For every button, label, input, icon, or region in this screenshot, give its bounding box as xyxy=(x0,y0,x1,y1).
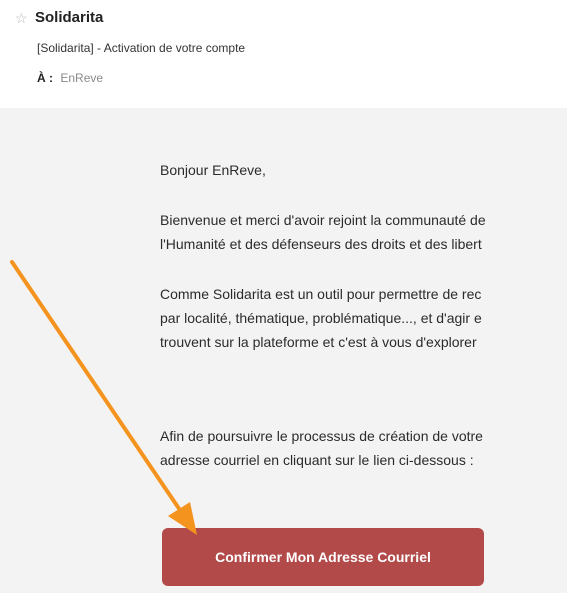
greeting: Bonjour EnReve, xyxy=(160,162,266,178)
confirm-email-button[interactable]: Confirmer Mon Adresse Courriel xyxy=(162,528,484,586)
paragraph-line: Bienvenue et merci d'avoir rejoint la co… xyxy=(160,212,486,228)
paragraph-line: trouvent sur la plateforme et c'est à vo… xyxy=(160,334,477,350)
paragraph-line: Afin de poursuivre le processus de créat… xyxy=(160,428,483,444)
star-icon[interactable]: ☆ xyxy=(15,9,28,27)
email-view: ☆ Solidarita [Solidarita] - Activation d… xyxy=(0,0,567,593)
email-subject: [Solidarita] - Activation de votre compt… xyxy=(37,41,246,55)
recipient-label: À : xyxy=(37,71,53,85)
description-paragraph: Comme Solidarita est un outil pour perme… xyxy=(160,282,567,354)
recipient-name: EnReve xyxy=(60,71,104,85)
paragraph-line: par localité, thématique, problématique.… xyxy=(160,310,482,326)
welcome-paragraph: Bienvenue et merci d'avoir rejoint la co… xyxy=(160,208,567,256)
instruction-paragraph: Afin de poursuivre le processus de créat… xyxy=(160,424,567,472)
sender-name: Solidarita xyxy=(35,9,104,26)
email-body: Bonjour EnReve, Bienvenue et merci d'avo… xyxy=(0,108,567,593)
paragraph-line: adresse courriel en cliquant sur le lien… xyxy=(160,452,474,468)
email-header: ☆ Solidarita [Solidarita] - Activation d… xyxy=(0,0,567,108)
recipient-row: À : EnReve xyxy=(37,70,103,86)
paragraph-line: Comme Solidarita est un outil pour perme… xyxy=(160,286,482,302)
paragraph-line: l'Humanité et des défenseurs des droits … xyxy=(160,236,482,252)
